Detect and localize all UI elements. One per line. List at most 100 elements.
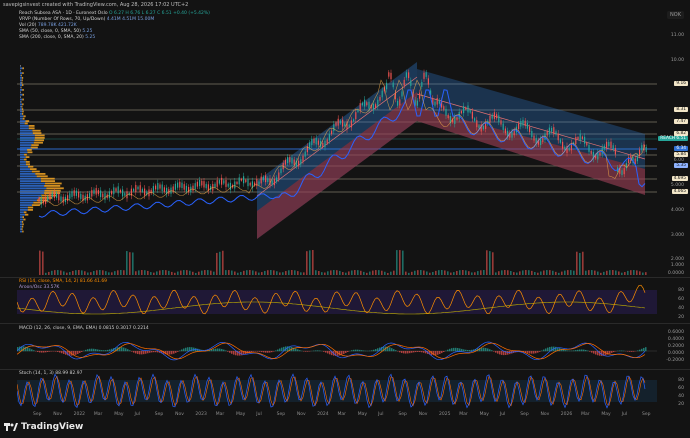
macd-scale[interactable]: 0.6000 0.4000 0.2000 0.0000 -0.2000 xyxy=(656,324,690,368)
candle-body xyxy=(456,117,458,120)
legend-line[interactable]: Reach Subsea ASA · 1D · Euronext Oslo O … xyxy=(19,11,210,16)
rsi-chart[interactable] xyxy=(16,278,657,322)
time-tick-label: Sep xyxy=(398,412,407,417)
stoch-chart[interactable] xyxy=(16,370,657,412)
volume-bar xyxy=(435,270,437,275)
volume-bar xyxy=(534,271,536,275)
volume-profile-bar-up xyxy=(20,115,24,118)
time-tick-label: May xyxy=(357,412,368,417)
volume-bar xyxy=(213,271,215,275)
time-axis[interactable]: Sep Nov 2022 Mar May Jul Sep Nov 2023 Mar May Jul Se… xyxy=(17,412,657,420)
rsi-pane[interactable] xyxy=(16,278,657,322)
price-level-tag: 9.16 xyxy=(674,81,688,86)
volume-profile-bar-down xyxy=(27,206,34,209)
legend-line[interactable]: VRVP (Number Of Rows, 70, Up/Down) 4.41M… xyxy=(19,17,154,22)
rsi-scale[interactable]: 80 60 40 20 xyxy=(656,278,690,322)
time-tick-label: Sep xyxy=(154,412,164,417)
candle-body xyxy=(337,118,339,126)
volume-bar xyxy=(228,270,230,275)
candle-body xyxy=(111,191,113,195)
candle-body xyxy=(249,182,251,186)
macd-histogram-bar xyxy=(251,351,253,353)
volume-profile-bar-down xyxy=(21,79,23,82)
volume-bar xyxy=(510,270,512,275)
volume-bar xyxy=(501,270,503,275)
volume-bar xyxy=(99,270,101,275)
candle-body xyxy=(185,185,187,192)
volume-bar xyxy=(333,270,335,275)
volume-bar xyxy=(201,270,203,275)
candle-body xyxy=(293,159,295,165)
volume-profile-bar-up xyxy=(20,168,30,170)
candle-body xyxy=(375,104,377,108)
legend-line[interactable]: SMA (50, close, 0, SMA, 50) 5.25 xyxy=(19,29,92,34)
stoch-pane[interactable] xyxy=(16,370,657,412)
candle-body xyxy=(463,106,465,114)
candle-body xyxy=(562,141,564,149)
candle-body xyxy=(397,100,399,106)
price-chart[interactable] xyxy=(17,9,657,277)
candle-body xyxy=(181,182,183,189)
price-scale[interactable]: 11.0010.009.008.007.006.005.0004.0003.00… xyxy=(656,9,690,277)
price-level-tag: REACH 6.51 xyxy=(658,136,688,141)
macd-histogram-bar xyxy=(215,348,217,352)
legend-line[interactable]: SMA (200, close, 0, SMA, 20) 5.25 xyxy=(19,35,95,40)
volume-bar xyxy=(225,270,227,275)
legend-values: 4.41M 4.51M 15.00M xyxy=(106,17,155,22)
candle-body xyxy=(236,181,238,185)
candle-body xyxy=(623,168,625,175)
price-pane[interactable] xyxy=(17,9,657,277)
volume-profile-bar-up xyxy=(20,187,47,190)
macd-histogram-bar xyxy=(225,350,227,352)
volume-bar xyxy=(141,270,143,275)
macd-histogram-bar xyxy=(219,348,221,352)
volume-bar xyxy=(372,270,374,275)
macd-histogram-bar xyxy=(399,351,401,353)
volume-bar xyxy=(591,270,593,275)
volume-profile-bar-down xyxy=(24,153,27,156)
volume-bar xyxy=(252,270,254,275)
macd-histogram-bar xyxy=(629,351,631,352)
volume-profile-bar-down xyxy=(24,213,29,216)
volume-profile-bar-down xyxy=(22,103,24,106)
macd-histogram-bar xyxy=(409,351,411,354)
volume-profile-bar-down xyxy=(28,125,35,127)
legend-title: SMA (200, close, 0, SMA, 20) xyxy=(19,35,86,40)
candle-body xyxy=(639,149,641,156)
volume-profile-bar-up xyxy=(20,81,22,84)
macd-histogram-bar xyxy=(633,351,635,352)
macd-histogram-bar xyxy=(123,347,125,352)
volume-bar xyxy=(87,272,89,275)
macd-histogram-bar xyxy=(41,351,43,353)
candle-body xyxy=(568,147,570,151)
volume-bar xyxy=(471,272,473,275)
volume-profile-bar-down xyxy=(31,170,40,173)
volume-bar xyxy=(570,270,572,275)
macd-histogram-bar xyxy=(99,349,101,352)
candle-body xyxy=(482,125,484,130)
volume-bar xyxy=(258,272,260,275)
volume-bar xyxy=(237,272,239,275)
candle-body xyxy=(553,127,555,134)
volume-profile-bar-up xyxy=(20,189,45,192)
macd-histogram-bar xyxy=(63,351,65,354)
candle-body xyxy=(229,182,231,190)
volume-profile-bar-up xyxy=(20,108,22,110)
time-tick-label: 2025 xyxy=(439,412,451,417)
volume-bar xyxy=(264,270,266,275)
volume-bar xyxy=(414,270,416,275)
macd-histogram-bar xyxy=(401,351,403,353)
macd-histogram-bar xyxy=(547,347,549,352)
volume-bar xyxy=(96,270,98,275)
legend-line[interactable]: Vol (20) 789.78K 421.72K xyxy=(19,23,77,28)
volume-bar xyxy=(606,270,608,275)
macd-histogram-bar xyxy=(359,349,361,352)
macd-histogram-bar xyxy=(61,351,63,354)
macd-histogram-bar xyxy=(85,349,87,352)
macd-histogram-bar xyxy=(373,349,375,352)
stoch-scale[interactable]: 80 60 40 20 xyxy=(656,370,690,412)
volume-profile-bar-down xyxy=(21,77,24,79)
macd-histogram-bar xyxy=(435,351,437,356)
macd-histogram-bar xyxy=(323,351,325,352)
legend-title: VRVP (Number Of Rows, 70, Up/Down) xyxy=(19,17,107,22)
